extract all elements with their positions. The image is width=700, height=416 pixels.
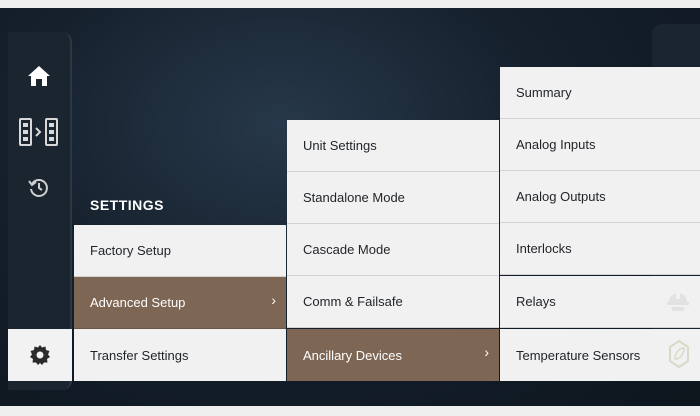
menu-item-label: Summary bbox=[516, 85, 572, 100]
menu-item-transfer-settings[interactable]: Transfer Settings bbox=[74, 329, 286, 381]
menu-item-label: Temperature Sensors bbox=[516, 347, 641, 363]
menu-item-standalone-mode[interactable]: Standalone Mode bbox=[287, 172, 499, 224]
history-icon bbox=[28, 179, 48, 197]
menu-item-interlocks[interactable]: Interlocks bbox=[500, 223, 700, 275]
menu-item-label: Comm & Failsafe bbox=[303, 294, 403, 309]
chevron-right-icon: › bbox=[484, 344, 489, 360]
transfer-switch-icon bbox=[19, 118, 58, 146]
home-icon bbox=[28, 66, 50, 86]
menu-item-comm-failsafe[interactable]: Comm & Failsafe bbox=[287, 276, 499, 328]
settings-title: SETTINGS bbox=[90, 197, 165, 213]
menu-item-temperature-sensors[interactable]: Temperature Sensors bbox=[500, 329, 700, 381]
nav-transfer-button[interactable] bbox=[8, 112, 70, 152]
menu-item-ancillary-devices[interactable]: Ancillary Devices › bbox=[287, 329, 499, 381]
nav-home-button[interactable] bbox=[8, 56, 70, 96]
menu-item-label: Relays bbox=[516, 294, 556, 309]
nav-history-button[interactable] bbox=[8, 168, 70, 208]
nav-rail bbox=[8, 32, 72, 390]
menu-item-label: Ancillary Devices bbox=[303, 347, 402, 363]
menu-item-label: Cascade Mode bbox=[303, 242, 391, 257]
menu-item-unit-settings[interactable]: Unit Settings bbox=[287, 120, 499, 172]
menu-item-label: Analog Inputs bbox=[516, 137, 596, 152]
screen-bezel-bottom bbox=[0, 406, 700, 416]
menu-item-summary[interactable]: Summary bbox=[500, 67, 700, 119]
chevron-right-icon: › bbox=[271, 292, 276, 308]
menu-item-label: Unit Settings bbox=[303, 138, 377, 153]
menu-item-label: Factory Setup bbox=[90, 243, 171, 258]
menu-item-label: Transfer Settings bbox=[90, 347, 189, 363]
menu-item-label: Analog Outputs bbox=[516, 189, 606, 204]
settings-gear-icon bbox=[30, 345, 50, 365]
hardhat-icon bbox=[666, 286, 690, 315]
leaf-icon bbox=[668, 339, 690, 372]
menu-item-analog-inputs[interactable]: Analog Inputs bbox=[500, 119, 700, 171]
menu-item-label: Advanced Setup bbox=[90, 295, 186, 310]
menu-item-label: Standalone Mode bbox=[303, 190, 405, 205]
screen-bezel-top bbox=[0, 0, 700, 8]
menu-item-relays[interactable]: Relays bbox=[500, 276, 700, 328]
menu-item-cascade-mode[interactable]: Cascade Mode bbox=[287, 224, 499, 276]
nav-settings-button[interactable] bbox=[8, 329, 72, 381]
menu-item-factory-setup[interactable]: Factory Setup bbox=[74, 225, 286, 277]
menu-item-analog-outputs[interactable]: Analog Outputs bbox=[500, 171, 700, 223]
menu-item-advanced-setup[interactable]: Advanced Setup › bbox=[74, 277, 286, 329]
menu-item-label: Interlocks bbox=[516, 241, 572, 256]
